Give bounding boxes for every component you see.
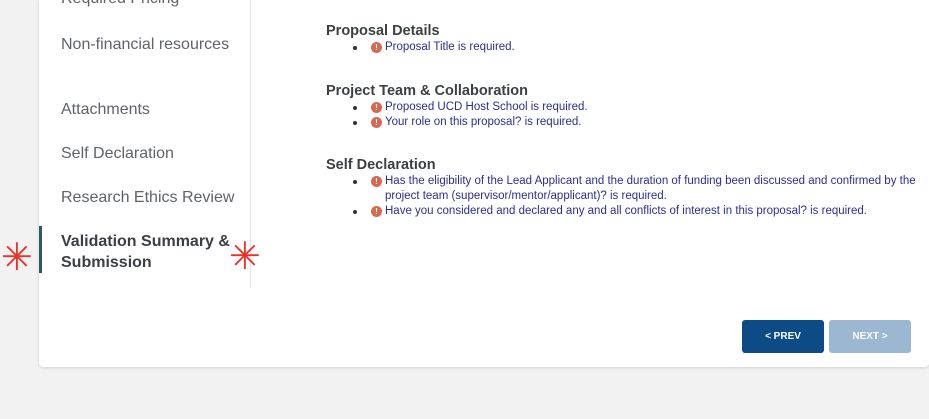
annotation-star-icon: ✳ <box>229 234 261 278</box>
section-title: Project Team & Collaboration <box>326 83 528 99</box>
sidebar-item-validation-summary[interactable]: Validation Summary & Submission <box>61 231 241 273</box>
error-message[interactable]: Have you considered and declared any and… <box>367 204 916 219</box>
error-message[interactable]: Has the eligibility of the Lead Applican… <box>367 174 916 204</box>
section-self-declaration: Self Declaration ! Has the eligibility of… <box>326 156 916 219</box>
section-proposal-details: Proposal Details ! Proposal Title is requ… <box>326 22 916 55</box>
error-message[interactable]: Your role on this proposal? is required. <box>367 115 916 130</box>
error-message[interactable]: Proposal Title is required. <box>367 40 916 55</box>
error-icon: ! <box>371 117 382 128</box>
section-title: Proposal Details <box>326 23 440 39</box>
sidebar-item-pricing[interactable]: Required Pricing <box>61 0 241 9</box>
sidebar-item-self-declaration[interactable]: Self Declaration <box>61 143 241 164</box>
error-item: ! Your role on this proposal? is required… <box>326 115 916 130</box>
error-icon: ! <box>371 42 382 53</box>
error-item: ! Proposal Title is required. <box>326 40 916 55</box>
annotation-star-icon: ✳ <box>1 235 33 279</box>
prev-button[interactable]: < PREV <box>742 320 824 353</box>
sidebar-item-attachments[interactable]: Attachments <box>61 99 241 120</box>
error-icon: ! <box>371 176 382 187</box>
error-item: ! Proposed UCD Host School is required. <box>326 100 916 115</box>
section-project-team: Project Team & Collaboration ! Proposed U… <box>326 82 916 130</box>
error-icon: ! <box>371 206 382 217</box>
section-title: Self Declaration <box>326 157 436 173</box>
sidebar-item-research-ethics-review[interactable]: Research Ethics Review <box>61 187 241 208</box>
sidebar-item-non-financial-resources[interactable]: Non-financial resources <box>61 34 241 55</box>
next-button[interactable]: NEXT > <box>829 320 911 353</box>
active-indicator <box>39 226 42 273</box>
main-card: Required Pricing Non-financial resources… <box>39 0 929 367</box>
error-item: ! Has the eligibility of the Lead Applica… <box>326 174 916 204</box>
sidebar-nav: Required Pricing Non-financial resources… <box>39 0 251 288</box>
error-item: ! Have you considered and declared any an… <box>326 204 916 219</box>
error-icon: ! <box>371 102 382 113</box>
error-message[interactable]: Proposed UCD Host School is required. <box>367 100 916 115</box>
